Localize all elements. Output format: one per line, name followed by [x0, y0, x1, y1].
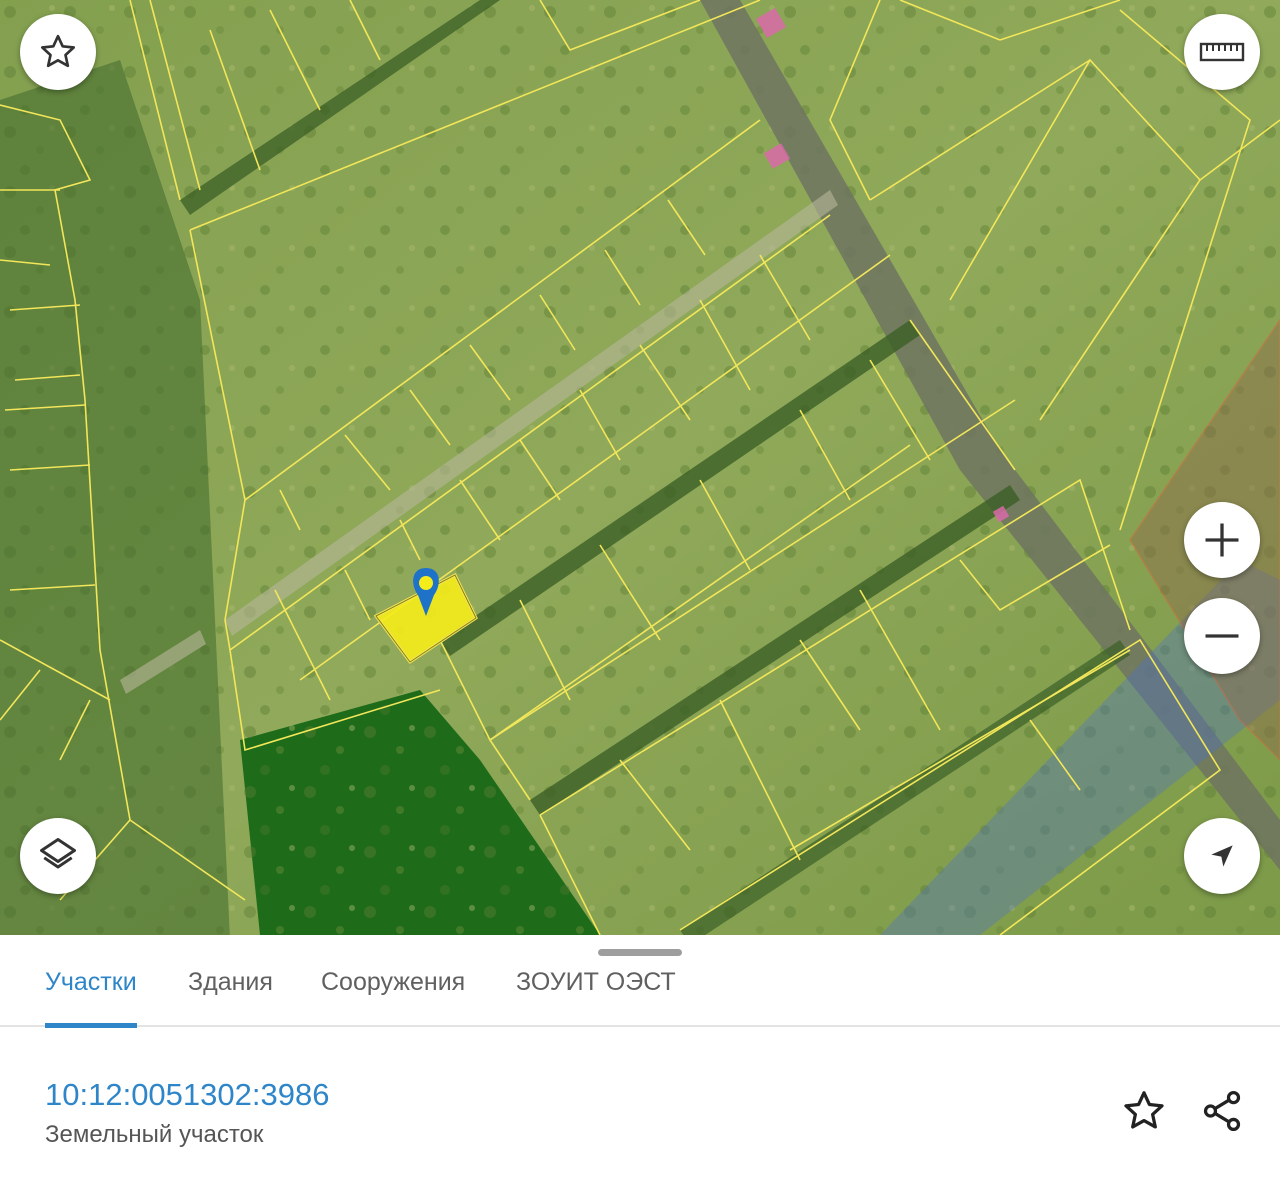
- layers-icon: [40, 838, 76, 869]
- minus-icon: [1205, 634, 1239, 638]
- tab-zones[interactable]: ЗОУИТ ОЭСТ: [516, 967, 676, 1025]
- cadastral-number[interactable]: 10:12:0051302:3986: [45, 1077, 329, 1113]
- share-button[interactable]: [1198, 1087, 1246, 1135]
- parcel-type-label: Земельный участок: [45, 1121, 264, 1148]
- ruler-button[interactable]: [1184, 14, 1260, 90]
- plus-icon: [1205, 523, 1239, 557]
- my-location-button[interactable]: [1184, 818, 1260, 894]
- tab-buildings[interactable]: Здания: [188, 967, 273, 1025]
- star-outline-icon: [1124, 1091, 1164, 1129]
- tab-bar: Участки Здания Сооружения ЗОУИТ ОЭСТ: [0, 935, 1280, 1028]
- favorite-map-button[interactable]: [20, 14, 96, 90]
- tab-structures[interactable]: Сооружения: [321, 967, 465, 1025]
- favorite-button[interactable]: [1120, 1087, 1168, 1135]
- satellite-map[interactable]: [0, 0, 1280, 935]
- navigation-arrow-icon: [1211, 845, 1233, 867]
- map-view[interactable]: [0, 0, 1280, 935]
- share-icon: [1203, 1090, 1241, 1132]
- zoom-out-button[interactable]: [1184, 598, 1260, 674]
- zoom-in-button[interactable]: [1184, 502, 1260, 578]
- layers-button[interactable]: [20, 818, 96, 894]
- star-icon: [41, 34, 75, 68]
- bottom-sheet: Участки Здания Сооружения ЗОУИТ ОЭСТ 10:…: [0, 935, 1280, 1190]
- ruler-icon: [1199, 42, 1245, 62]
- tab-parcels[interactable]: Участки: [45, 967, 137, 1028]
